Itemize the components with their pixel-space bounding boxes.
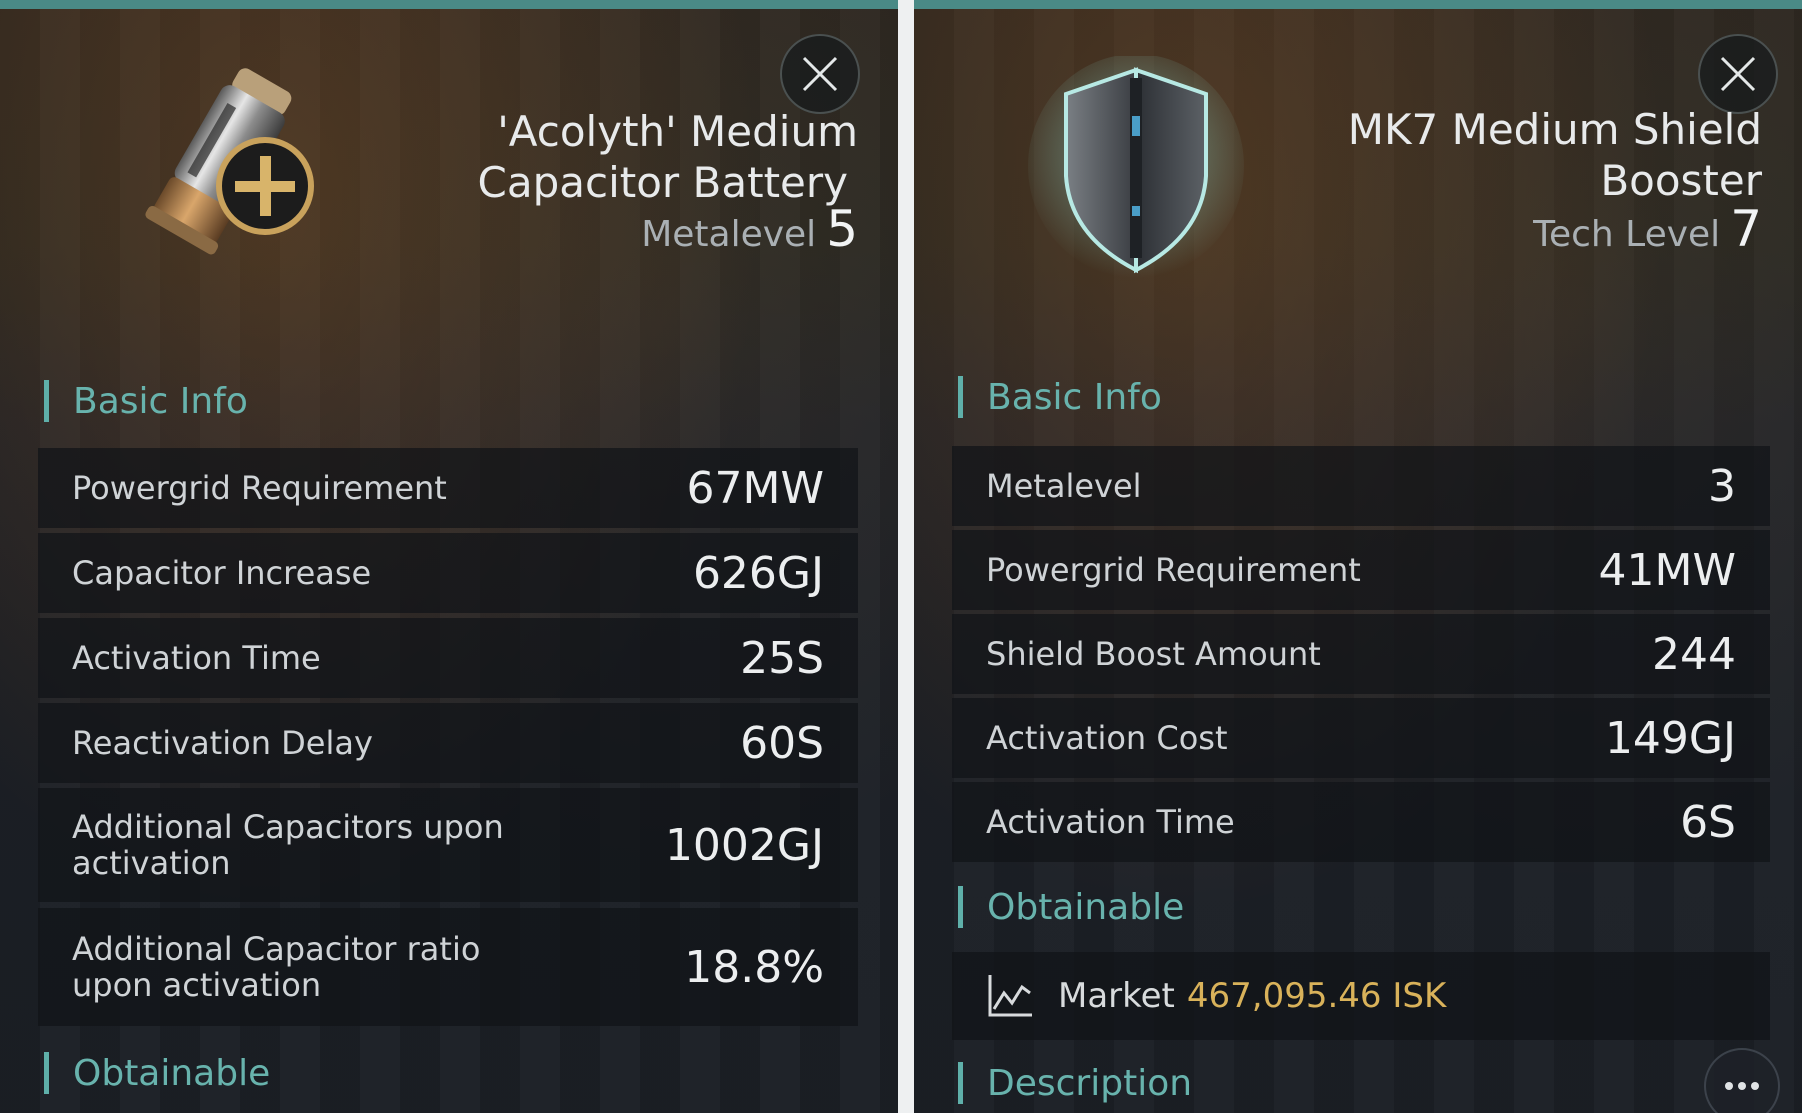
stat-row: Metalevel 3	[952, 446, 1770, 526]
left-item-panel: 'Acolyth' Medium Capacitor Battery Metal…	[0, 0, 898, 1113]
section-marker	[958, 1062, 963, 1104]
market-label: Market	[1058, 976, 1175, 1016]
stat-value: 25S	[740, 632, 824, 684]
section-label: Obtainable	[73, 1052, 271, 1094]
section-basic-info: Basic Info	[958, 376, 1162, 418]
item-title-line-1: 'Acolyth' Medium	[497, 107, 858, 156]
level-label: Metalevel	[641, 214, 817, 255]
item-level: Metalevel 5	[641, 200, 858, 258]
stat-row: Capacitor Increase 626GJ	[38, 533, 858, 613]
item-title: MK7 Medium Shield Booster	[1242, 104, 1762, 206]
more-button[interactable]	[1704, 1048, 1780, 1113]
market-row[interactable]: Market 467,095.46 ISK	[952, 952, 1770, 1040]
stat-label: Metalevel	[986, 467, 1142, 505]
right-item-panel: MK7 Medium Shield Booster Tech Level 7 Ba…	[914, 0, 1802, 1113]
stat-value: 6S	[1680, 796, 1736, 848]
stat-value: 3	[1708, 460, 1736, 512]
market-price: 467,095.46 ISK	[1186, 976, 1447, 1016]
section-marker	[44, 380, 49, 422]
close-icon	[1720, 56, 1756, 92]
panel-top-bar	[0, 0, 898, 9]
more-icon	[1725, 1082, 1759, 1090]
stat-label: Activation Time	[986, 803, 1235, 841]
stat-label: Activation Time	[72, 639, 321, 677]
stat-label: Reactivation Delay	[72, 724, 373, 762]
stat-value: 1002GJ	[664, 819, 824, 871]
item-level: Tech Level 7	[1533, 200, 1762, 258]
stat-row: Powergrid Requirement 41MW	[952, 530, 1770, 610]
section-marker	[958, 886, 963, 928]
level-value: 7	[1730, 200, 1762, 258]
stat-value: 41MW	[1598, 544, 1736, 596]
section-label: Obtainable	[987, 886, 1185, 928]
section-label: Description	[987, 1062, 1193, 1104]
stat-label: Activation Cost	[986, 719, 1228, 757]
stat-value: 149GJ	[1604, 712, 1736, 764]
stat-row: Activation Cost 149GJ	[952, 698, 1770, 778]
panel-top-bar	[914, 0, 1802, 9]
stat-row: Activation Time 25S	[38, 618, 858, 698]
stat-row: Additional Capacitors upon activation 10…	[38, 788, 858, 902]
stat-label: Capacitor Increase	[72, 554, 372, 592]
level-value: 5	[826, 200, 858, 258]
level-label: Tech Level	[1533, 214, 1721, 255]
close-button[interactable]	[1698, 34, 1778, 114]
capacitor-battery-icon	[110, 58, 330, 278]
section-description[interactable]: Description	[958, 1062, 1192, 1104]
market-chart-icon	[988, 975, 1032, 1017]
item-title-line-2: Booster	[1600, 156, 1762, 205]
section-label: Basic Info	[987, 376, 1162, 418]
stat-label: Powergrid Requirement	[72, 469, 447, 507]
stat-value: 18.8%	[684, 941, 824, 993]
section-obtainable: Obtainable	[44, 1052, 270, 1094]
stat-row: Reactivation Delay 60S	[38, 703, 858, 783]
section-marker	[958, 376, 963, 418]
stat-row: Powergrid Requirement 67MW	[38, 448, 858, 528]
stat-label: Shield Boost Amount	[986, 635, 1321, 673]
stat-value: 60S	[740, 717, 824, 769]
stat-row: Additional Capacitor ratio upon activati…	[38, 908, 858, 1026]
section-label: Basic Info	[73, 380, 248, 422]
item-title-line-1: MK7 Medium Shield	[1347, 105, 1762, 154]
close-icon	[802, 56, 838, 92]
stat-label: Additional Capacitors upon activation	[72, 808, 504, 882]
stat-row: Shield Boost Amount 244	[952, 614, 1770, 694]
stat-label: Powergrid Requirement	[986, 551, 1361, 589]
close-button[interactable]	[780, 34, 860, 114]
stat-value: 244	[1652, 628, 1736, 680]
stat-label: Additional Capacitor ratio upon activati…	[72, 930, 481, 1004]
stat-value: 626GJ	[692, 547, 824, 599]
shield-booster-icon	[1026, 54, 1246, 286]
item-title: 'Acolyth' Medium Capacitor Battery	[338, 106, 858, 208]
stat-row: Activation Time 6S	[952, 782, 1770, 862]
stat-value: 67MW	[686, 462, 824, 514]
section-basic-info: Basic Info	[44, 380, 248, 422]
section-marker	[44, 1052, 49, 1094]
section-obtainable: Obtainable	[958, 886, 1184, 928]
